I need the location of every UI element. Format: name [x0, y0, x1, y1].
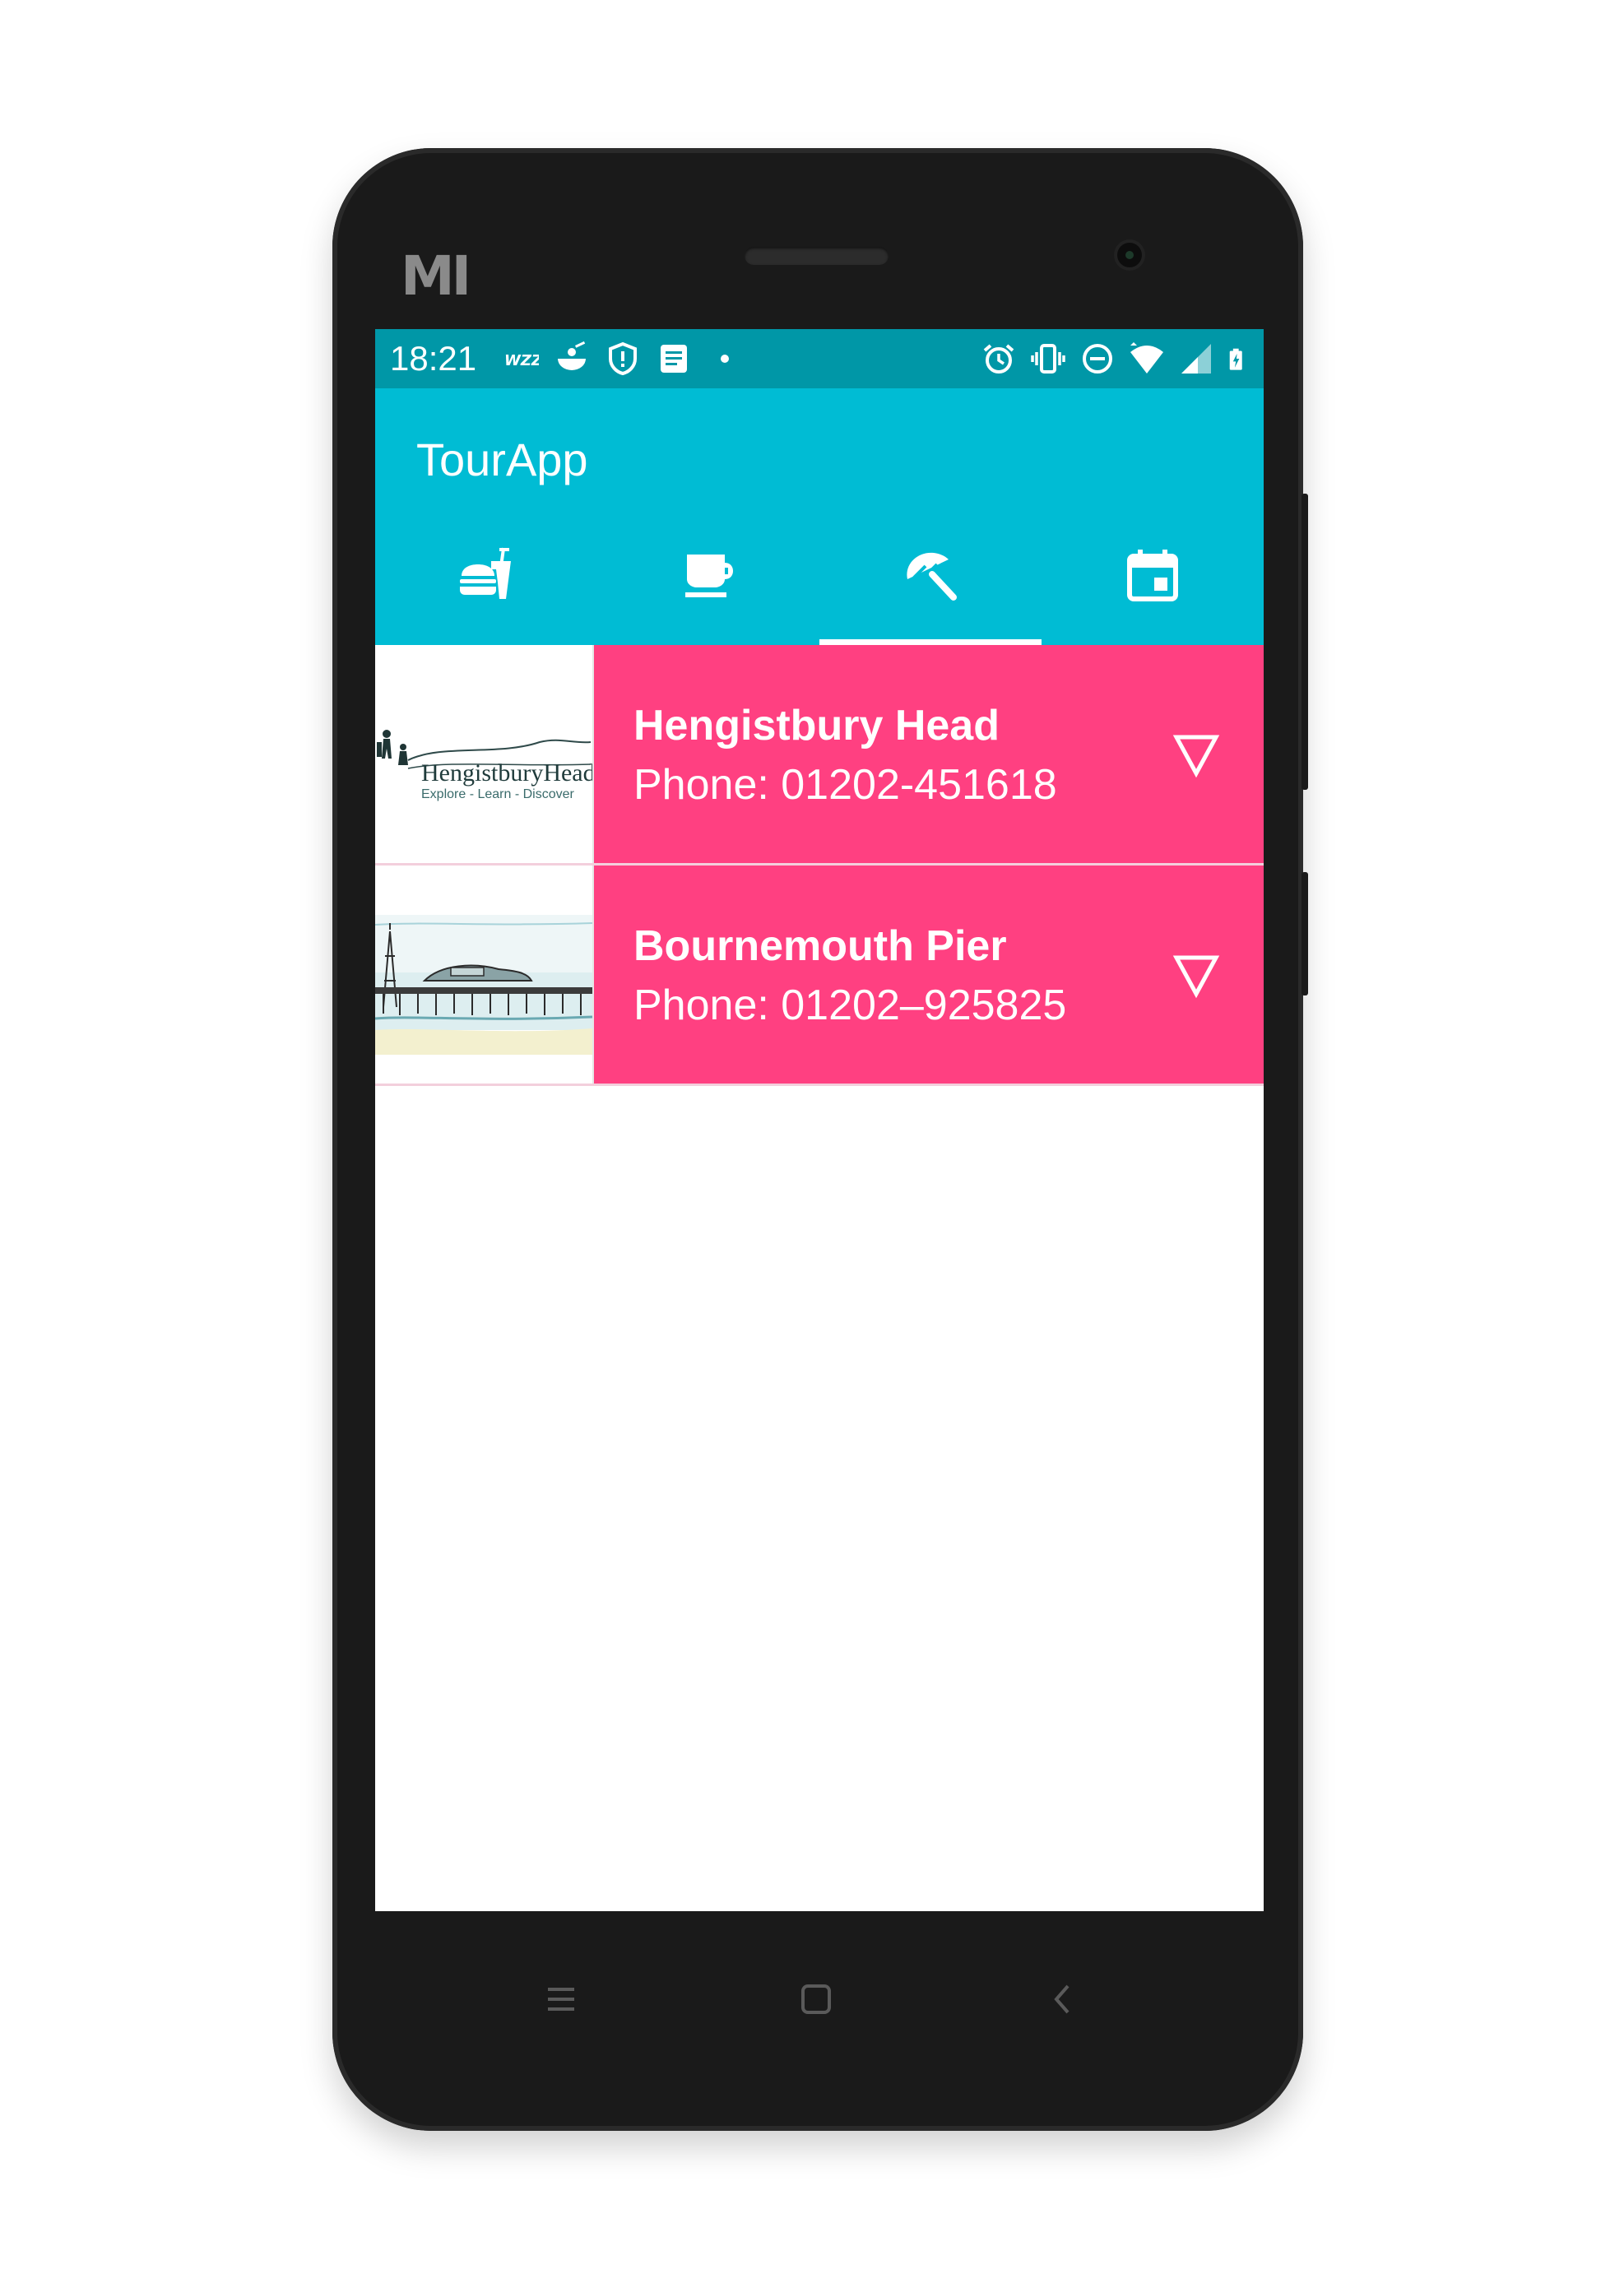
logo-tagline: Explore - Learn - Discover	[421, 787, 575, 801]
logo-title: HengistburyHead	[421, 759, 592, 787]
brand-logo: MI	[401, 244, 471, 308]
dot-icon	[721, 355, 729, 363]
triangle-down-icon[interactable]	[1172, 729, 1221, 778]
hengistbury-logo-image: HengistburyHead Explore - Learn - Discov…	[377, 730, 592, 801]
system-icons	[981, 341, 1252, 377]
event-icon	[1127, 550, 1178, 601]
bournemouth-pier-image	[375, 915, 592, 1055]
volume-button	[1302, 494, 1308, 790]
do-not-disturb-icon	[1083, 344, 1112, 374]
places-list: HengistburyHead Explore - Learn - Discov…	[375, 645, 1264, 1086]
alarm-icon	[983, 344, 1014, 374]
menu-icon[interactable]	[536, 1975, 586, 2024]
place-details: Hengistbury Head Phone: 01202-451618	[594, 645, 1264, 863]
back-icon[interactable]	[1038, 1975, 1088, 2024]
place-phone[interactable]: Phone: 01202-451618	[633, 760, 1057, 810]
screen: 18:21 WZZ TourApp HengistburyHead Explor…	[375, 329, 1264, 1911]
home-icon[interactable]	[791, 1975, 841, 2024]
signal-icon	[1181, 344, 1211, 374]
tab-cafe[interactable]	[597, 507, 819, 645]
place-thumbnail	[375, 866, 594, 1084]
beach-access-icon	[907, 552, 957, 601]
wizz-icon: WZZ	[504, 352, 539, 369]
rice-bowl-icon	[558, 341, 586, 370]
shield-icon	[609, 341, 637, 376]
place-name: Hengistbury Head	[633, 702, 1000, 749]
fastfood-icon	[460, 547, 511, 599]
app-bar: TourApp	[375, 388, 1264, 507]
power-button	[1302, 872, 1308, 995]
battery-charging-icon	[1229, 348, 1242, 370]
place-phone[interactable]: Phone: 01202–925825	[633, 981, 1066, 1030]
status-time: 18:21	[390, 339, 477, 378]
earpiece-speaker	[745, 247, 889, 265]
front-camera	[1117, 243, 1142, 267]
list-item[interactable]: HengistburyHead Explore - Learn - Discov…	[375, 645, 1264, 866]
notification-icons: WZZ	[503, 341, 743, 377]
tab-food[interactable]	[375, 507, 597, 645]
triangle-down-icon[interactable]	[1172, 949, 1221, 999]
tab-bar	[375, 507, 1264, 645]
vibrate-icon	[1031, 344, 1065, 374]
status-bar: 18:21 WZZ	[375, 329, 1264, 388]
document-icon	[661, 345, 687, 373]
wifi-icon	[1130, 342, 1163, 374]
tab-attractions[interactable]	[819, 507, 1042, 645]
app-title: TourApp	[416, 434, 588, 485]
list-item[interactable]: Bournemouth Pier Phone: 01202–925825	[375, 866, 1264, 1086]
coffee-icon	[685, 555, 733, 597]
hardware-nav-keys	[332, 1950, 1303, 2049]
svg-text:WZZ: WZZ	[504, 352, 539, 369]
tab-selected-indicator	[819, 639, 1042, 645]
place-thumbnail: HengistburyHead Explore - Learn - Discov…	[375, 645, 594, 863]
tab-events[interactable]	[1042, 507, 1264, 645]
place-name: Bournemouth Pier	[633, 922, 1007, 970]
place-details: Bournemouth Pier Phone: 01202–925825	[594, 866, 1264, 1084]
